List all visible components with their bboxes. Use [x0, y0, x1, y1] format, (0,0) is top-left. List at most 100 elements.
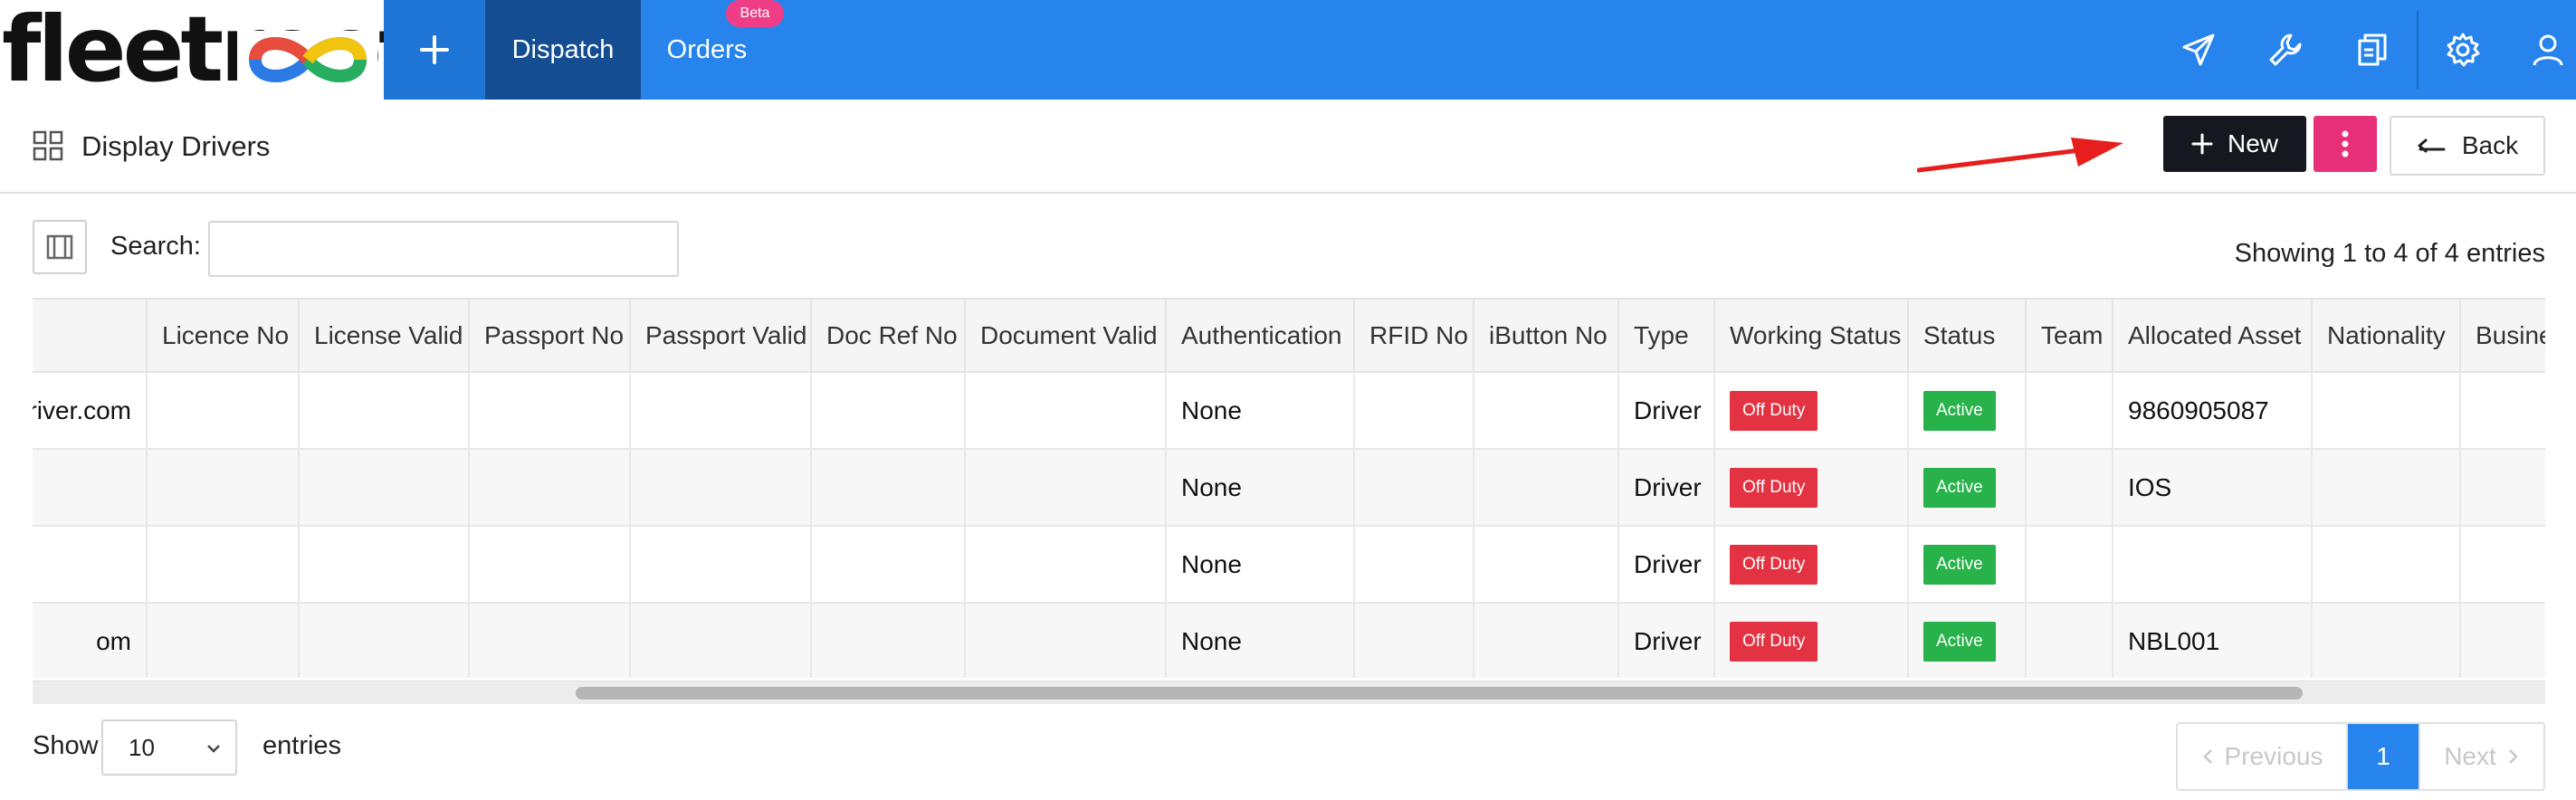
add-button[interactable]: [384, 0, 485, 100]
cell-passport-no: [469, 449, 631, 527]
cell-status: Active: [1908, 526, 2027, 604]
cell-business: [2460, 526, 2545, 604]
cell-ibutton-no: [1474, 372, 1619, 450]
column-header-authentication[interactable]: Authentication: [1166, 300, 1355, 373]
cell-allocated-asset: [2113, 526, 2313, 604]
column-header-passport-valid[interactable]: Passport Valid: [630, 300, 812, 373]
column-header-rfid-no[interactable]: RFID No: [1354, 300, 1474, 373]
column-header-passport-no[interactable]: Passport No: [469, 300, 631, 373]
documents-icon[interactable]: [2350, 27, 2395, 72]
column-header-ibutton-no[interactable]: iButton No: [1474, 300, 1619, 373]
grid-icon: [33, 130, 63, 161]
cell-rfid-no: [1354, 603, 1474, 678]
cell-working-status: Off Duty: [1714, 603, 1909, 678]
previous-page-button[interactable]: Previous: [2178, 724, 2348, 789]
cell-type: Driver: [1618, 372, 1715, 450]
cell-ibutton-no: [1474, 449, 1619, 527]
next-page-button[interactable]: Next: [2419, 724, 2543, 789]
drivers-table-viewport[interactable]: Licence No License Valid Passport No Passpo…: [33, 298, 2545, 678]
brand-logo[interactable]: fleetroot: [0, 0, 384, 100]
cell-rfid-no: [1354, 372, 1474, 450]
search-input[interactable]: [208, 221, 679, 277]
column-header-email[interactable]: [33, 300, 148, 373]
cell-team: [2026, 603, 2113, 678]
gear-icon[interactable]: [2440, 27, 2485, 72]
cell-type: Driver: [1618, 603, 1715, 678]
paper-plane-icon[interactable]: [2176, 27, 2221, 72]
column-header-working-status[interactable]: Working Status: [1714, 300, 1909, 373]
previous-label: Previous: [2224, 742, 2323, 770]
cell-nationality: [2312, 372, 2461, 450]
table-row[interactable]: om None Driver Off Duty Active NBL001: [33, 603, 2545, 678]
column-header-nationality[interactable]: Nationality: [2312, 300, 2461, 373]
cell-authentication: None: [1166, 449, 1355, 527]
horizontal-scrollbar[interactable]: [33, 681, 2545, 704]
back-button[interactable]: Back: [2390, 116, 2545, 176]
table-row[interactable]: None Driver Off Duty Active: [33, 526, 2545, 604]
page-length-value: 10: [129, 733, 155, 761]
cell-email: om: [33, 603, 148, 678]
more-options-button[interactable]: [2314, 116, 2377, 172]
column-header-license-valid[interactable]: License Valid: [299, 300, 470, 373]
cell-doc-ref-no: [811, 526, 966, 604]
chevron-down-icon: [207, 745, 220, 753]
page-length-select[interactable]: 10: [101, 719, 237, 776]
cell-nationality: [2312, 526, 2461, 604]
cell-authentication: None: [1166, 526, 1355, 604]
cell-authentication: None: [1166, 603, 1355, 678]
working-status-badge: Off Duty: [1730, 544, 1818, 585]
column-visibility-button[interactable]: [33, 220, 87, 274]
column-header-status[interactable]: Status: [1908, 300, 2027, 373]
status-badge: Active: [1923, 544, 1996, 585]
cell-licence-no: [147, 449, 300, 527]
cell-business: [2460, 603, 2545, 678]
status-badge: Active: [1923, 621, 1996, 662]
cell-licence-no: [147, 603, 300, 678]
cell-ibutton-no: [1474, 526, 1619, 604]
user-icon[interactable]: [2525, 27, 2571, 72]
column-header-document-valid[interactable]: Document Valid: [965, 300, 1167, 373]
table-row[interactable]: driver.com None Driver Off Duty Active 986090…: [33, 372, 2545, 450]
status-badge: Active: [1923, 467, 1996, 508]
cell-type: Driver: [1618, 449, 1715, 527]
page-button-1[interactable]: 1: [2348, 724, 2419, 789]
cell-team: [2026, 526, 2113, 604]
cell-allocated-asset: NBL001: [2113, 603, 2313, 678]
cell-email: [33, 526, 148, 604]
new-button[interactable]: New: [2163, 116, 2306, 172]
back-button-label: Back: [2461, 131, 2519, 159]
table-row[interactable]: None Driver Off Duty Active IOS: [33, 449, 2545, 527]
cell-license-valid: [299, 603, 470, 678]
cell-document-valid: [965, 603, 1167, 678]
column-header-business[interactable]: Business: [2460, 300, 2545, 373]
table-header-row: Licence No License Valid Passport No Passpo…: [33, 300, 2545, 373]
search-label: Search:: [110, 232, 201, 261]
cell-nationality: [2312, 449, 2461, 527]
working-status-badge: Off Duty: [1730, 390, 1818, 431]
columns-icon: [46, 234, 73, 260]
cell-team: [2026, 449, 2113, 527]
column-header-doc-ref-no[interactable]: Doc Ref No: [811, 300, 966, 373]
new-button-label: New: [2227, 129, 2278, 157]
tab-dispatch[interactable]: Dispatch: [485, 0, 641, 100]
show-label: Show: [33, 731, 99, 760]
cell-licence-no: [147, 526, 300, 604]
column-header-licence-no[interactable]: Licence No: [147, 300, 300, 373]
working-status-badge: Off Duty: [1730, 621, 1818, 662]
column-header-team[interactable]: Team: [2026, 300, 2113, 373]
column-header-allocated-asset[interactable]: Allocated Asset: [2113, 300, 2313, 373]
beta-badge: Beta: [726, 0, 784, 27]
cell-status: Active: [1908, 603, 2027, 678]
wrench-icon[interactable]: [2263, 27, 2308, 72]
cell-authentication: None: [1166, 372, 1355, 450]
column-header-type[interactable]: Type: [1618, 300, 1715, 373]
cell-passport-no: [469, 603, 631, 678]
arrow-left-icon: [2418, 138, 2446, 153]
cell-passport-no: [469, 526, 631, 604]
scrollbar-thumb[interactable]: [576, 687, 2303, 700]
cell-working-status: Off Duty: [1714, 526, 1909, 604]
cell-nationality: [2312, 603, 2461, 678]
cell-ibutton-no: [1474, 603, 1619, 678]
cell-passport-valid: [630, 449, 812, 527]
pagination: Previous 1 Next: [2176, 722, 2545, 791]
